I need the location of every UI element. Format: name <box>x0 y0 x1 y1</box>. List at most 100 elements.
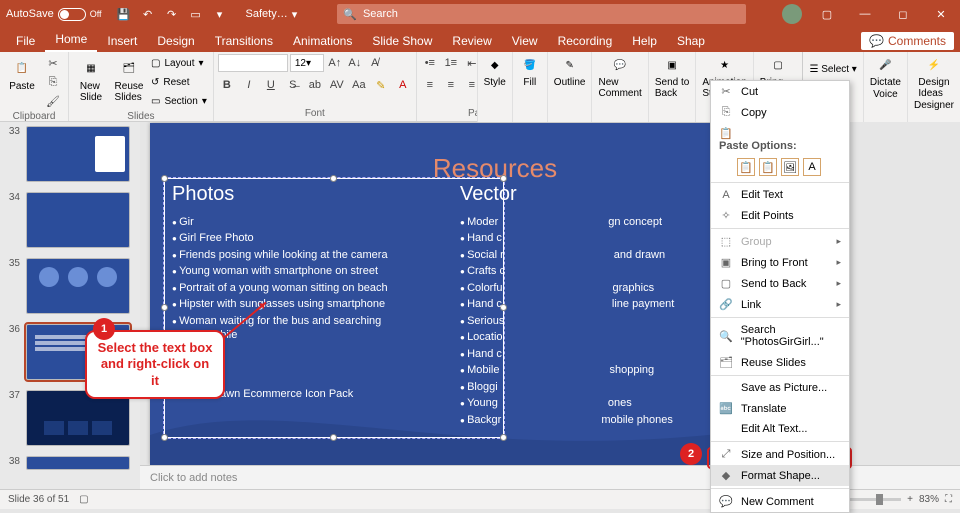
paste-option-dest-theme[interactable]: 📋 <box>737 158 755 176</box>
design-ideas-button[interactable]: ⚡Design IdeasDesigner <box>907 52 960 122</box>
paste-option-keep-source[interactable]: 📋 <box>759 158 777 176</box>
paste-option-text[interactable]: A <box>803 158 821 176</box>
ctx-save-as-picture[interactable]: Save as Picture... <box>711 378 849 398</box>
cut-icon[interactable]: ✂ <box>44 54 62 72</box>
list-item: Gir <box>172 214 472 231</box>
zoom-percentage[interactable]: 83% <box>919 494 939 505</box>
document-name[interactable]: Safety… ▾ <box>236 8 308 21</box>
highlight-icon[interactable]: ✎ <box>372 76 390 94</box>
tab-slideshow[interactable]: Slide Show <box>362 30 442 52</box>
tab-design[interactable]: Design <box>147 30 204 52</box>
underline-icon[interactable]: U <box>262 76 280 94</box>
shape-outline-button[interactable]: ✎Outline <box>547 52 592 122</box>
slide-thumbnail[interactable] <box>26 456 130 470</box>
ctx-bring-to-front[interactable]: ▣Bring to Front▸ <box>711 252 849 273</box>
slide-thumbnail[interactable] <box>26 192 130 248</box>
undo-icon[interactable]: ↶ <box>140 6 156 22</box>
copy-icon[interactable]: ⎘ <box>44 73 62 91</box>
shape-style-button[interactable]: ◆Style <box>477 52 512 122</box>
ctx-edit-points[interactable]: ✧Edit Points <box>711 205 849 226</box>
numbering-icon[interactable]: 1≡ <box>442 54 460 72</box>
spacing-icon[interactable]: AV <box>328 76 346 94</box>
spellcheck-icon[interactable]: ▢ <box>79 494 88 505</box>
reuse-slides-icon: 🗂 <box>117 56 141 80</box>
ctx-reuse-slides[interactable]: 🗂Reuse Slides <box>711 352 849 373</box>
section-button[interactable]: ▭ Section ▾ <box>149 92 209 110</box>
clear-formatting-icon[interactable]: A̸ <box>366 54 384 72</box>
new-slide-button[interactable]: ▦ New Slide <box>73 54 109 105</box>
tab-insert[interactable]: Insert <box>97 30 147 52</box>
ctx-edit-text[interactable]: AEdit Text <box>711 185 849 205</box>
reuse-icon: 🗂 <box>719 356 733 369</box>
layout-button[interactable]: ▢ Layout ▾ <box>149 54 209 72</box>
slide-thumbnail-panel[interactable]: 33 34 35 36 37 38 <box>0 122 140 489</box>
tab-shape-format[interactable]: Shap <box>667 30 715 52</box>
list-item: Portrait of a young woman sitting on bea… <box>172 280 472 297</box>
autosave-switch-icon[interactable] <box>58 8 86 21</box>
maximize-icon[interactable]: ◻ <box>884 0 922 28</box>
font-size-input[interactable]: 12▾ <box>290 54 324 72</box>
ctx-cut[interactable]: ✂Cut <box>711 81 849 102</box>
ctx-copy[interactable]: ⎘Copy <box>711 102 849 123</box>
font-family-input[interactable] <box>218 54 288 72</box>
autosave-state: Off <box>90 9 102 19</box>
autosave-toggle[interactable]: AutoSave Off <box>0 8 108 21</box>
italic-icon[interactable]: I <box>240 76 258 94</box>
send-to-back-button[interactable]: ▣Send to Back <box>648 52 695 122</box>
tab-view[interactable]: View <box>502 30 548 52</box>
search-input[interactable]: 🔍 Search <box>337 4 746 24</box>
select-button[interactable]: ☰ Select ▾ <box>809 54 856 75</box>
increase-font-icon[interactable]: A↑ <box>326 54 344 72</box>
start-slideshow-icon[interactable]: ▭ <box>188 6 204 22</box>
tab-transitions[interactable]: Transitions <box>205 30 283 52</box>
new-comment-button[interactable]: 💬New Comment <box>591 52 647 122</box>
translate-icon: 🔤 <box>719 402 733 415</box>
qat-dropdown-icon[interactable]: ▾ <box>212 6 228 22</box>
ctx-format-shape[interactable]: ◆Format Shape... <box>711 465 849 486</box>
change-case-icon[interactable]: Aa <box>350 76 368 94</box>
ctx-alt-text[interactable]: Edit Alt Text... <box>711 419 849 439</box>
shape-fill-button[interactable]: 🪣Fill <box>512 52 547 122</box>
save-icon[interactable]: 💾 <box>116 6 132 22</box>
dictate-button[interactable]: 🎤DictateVoice <box>863 52 907 122</box>
search-icon: 🔍 <box>343 8 357 21</box>
tab-home[interactable]: Home <box>45 28 97 52</box>
format-painter-icon[interactable]: 🖌 <box>44 92 62 110</box>
chevron-down-icon[interactable]: ▾ <box>292 8 298 21</box>
reuse-slides-button[interactable]: 🗂 Reuse Slides <box>111 54 147 105</box>
tab-help[interactable]: Help <box>622 30 667 52</box>
align-left-icon[interactable]: ≡ <box>421 76 439 94</box>
ctx-send-to-back[interactable]: ▢Send to Back▸ <box>711 273 849 294</box>
thumb-number: 33 <box>4 126 20 137</box>
font-color-icon[interactable]: A <box>394 76 412 94</box>
ctx-search[interactable]: 🔍Search "PhotosGirGirl..." <box>711 320 849 352</box>
ribbon-display-options-icon[interactable]: ▢ <box>808 0 846 28</box>
fill-icon: 🪣 <box>519 54 541 76</box>
shadow-icon[interactable]: ab <box>306 76 324 94</box>
minimize-icon[interactable]: ― <box>846 0 884 28</box>
strike-icon[interactable]: S̶ <box>284 76 302 94</box>
paste-button[interactable]: 📋 Paste <box>4 54 40 94</box>
bold-icon[interactable]: B <box>218 76 236 94</box>
zoom-in-button[interactable]: + <box>907 494 913 505</box>
tab-file[interactable]: File <box>6 30 45 52</box>
bullets-icon[interactable]: •≡ <box>421 54 439 72</box>
align-center-icon[interactable]: ≡ <box>442 76 460 94</box>
paste-option-picture[interactable]: 🖼 <box>781 158 799 176</box>
tab-recording[interactable]: Recording <box>548 30 623 52</box>
reset-button[interactable]: ↺ Reset <box>149 73 209 91</box>
user-avatar[interactable] <box>782 4 802 24</box>
fit-to-window-icon[interactable]: ⛶ <box>945 494 952 505</box>
decrease-font-icon[interactable]: A↓ <box>346 54 364 72</box>
redo-icon[interactable]: ↷ <box>164 6 180 22</box>
tab-review[interactable]: Review <box>442 30 501 52</box>
ctx-size-and-position[interactable]: ⤢Size and Position... <box>711 444 849 465</box>
comments-button[interactable]: 💬 Comments <box>861 32 954 50</box>
ctx-translate[interactable]: 🔤Translate <box>711 398 849 419</box>
thumb-number: 36 <box>4 324 20 335</box>
slide-thumbnail[interactable] <box>26 258 130 314</box>
ctx-link[interactable]: 🔗Link▸ <box>711 294 849 315</box>
close-icon[interactable]: ✕ <box>922 0 960 28</box>
slide-thumbnail[interactable] <box>26 126 130 182</box>
tab-animations[interactable]: Animations <box>283 30 362 52</box>
